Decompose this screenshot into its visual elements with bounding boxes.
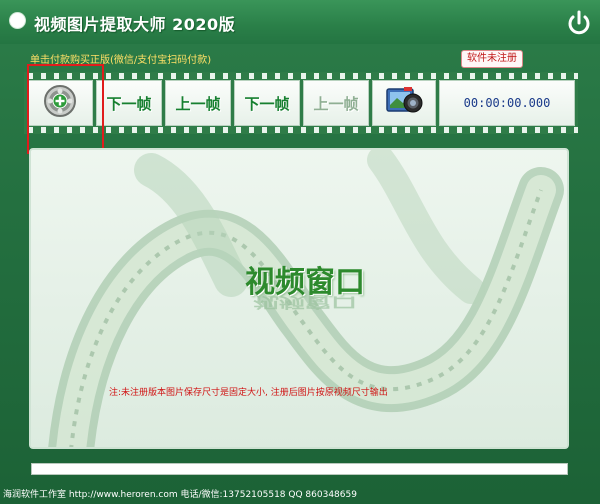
- snapshot-button[interactable]: [372, 80, 436, 126]
- window-title: 视频图片提取大师 2020版: [34, 15, 236, 34]
- prev-frame-button-2[interactable]: 上一帧: [303, 80, 369, 126]
- prev-frame-button[interactable]: 上一帧: [165, 80, 231, 126]
- highlight-box: [27, 64, 104, 154]
- progress-bar[interactable]: [31, 463, 568, 475]
- status-bar: 海润软件工作室 http://www.heroren.com 电话/微信:137…: [3, 490, 357, 500]
- toolbar-filmstrip: 下一帧 上一帧 下一帧 上一帧 00:00:00.000: [24, 72, 578, 134]
- next-frame-button-2[interactable]: 下一帧: [234, 80, 300, 126]
- next-frame-label: 下一帧: [106, 94, 152, 113]
- timecode-display: 00:00:00.000: [439, 80, 575, 126]
- next-frame-label: 下一帧: [244, 94, 290, 113]
- registration-status-badge: 软件未注册: [461, 50, 523, 68]
- app-window: 视频图片提取大师 2020版 单击付款购买正版(微信/支付宝扫码付款) 软件未注…: [0, 0, 600, 504]
- app-icon: [9, 12, 26, 29]
- filmstrip-perforation: [24, 127, 578, 133]
- video-window[interactable]: 视频窗口 视频窗口 注:未注册版本图片保存尺寸是固定大小, 注册后图片按原视频尺…: [29, 148, 569, 449]
- title-bar: 视频图片提取大师 2020版: [0, 0, 600, 44]
- filmstrip-perforation: [24, 73, 578, 79]
- video-window-label-reflection: 视频窗口: [252, 293, 357, 311]
- unregistered-note: 注:未注册版本图片保存尺寸是固定大小, 注册后图片按原视频尺寸输出: [109, 388, 388, 398]
- camera-film-icon: [384, 83, 424, 123]
- timecode-value: 00:00:00.000: [463, 96, 551, 110]
- power-icon[interactable]: [565, 9, 593, 37]
- prev-frame-label: 上一帧: [313, 94, 359, 113]
- next-frame-button[interactable]: 下一帧: [96, 80, 162, 126]
- prev-frame-label: 上一帧: [175, 94, 221, 113]
